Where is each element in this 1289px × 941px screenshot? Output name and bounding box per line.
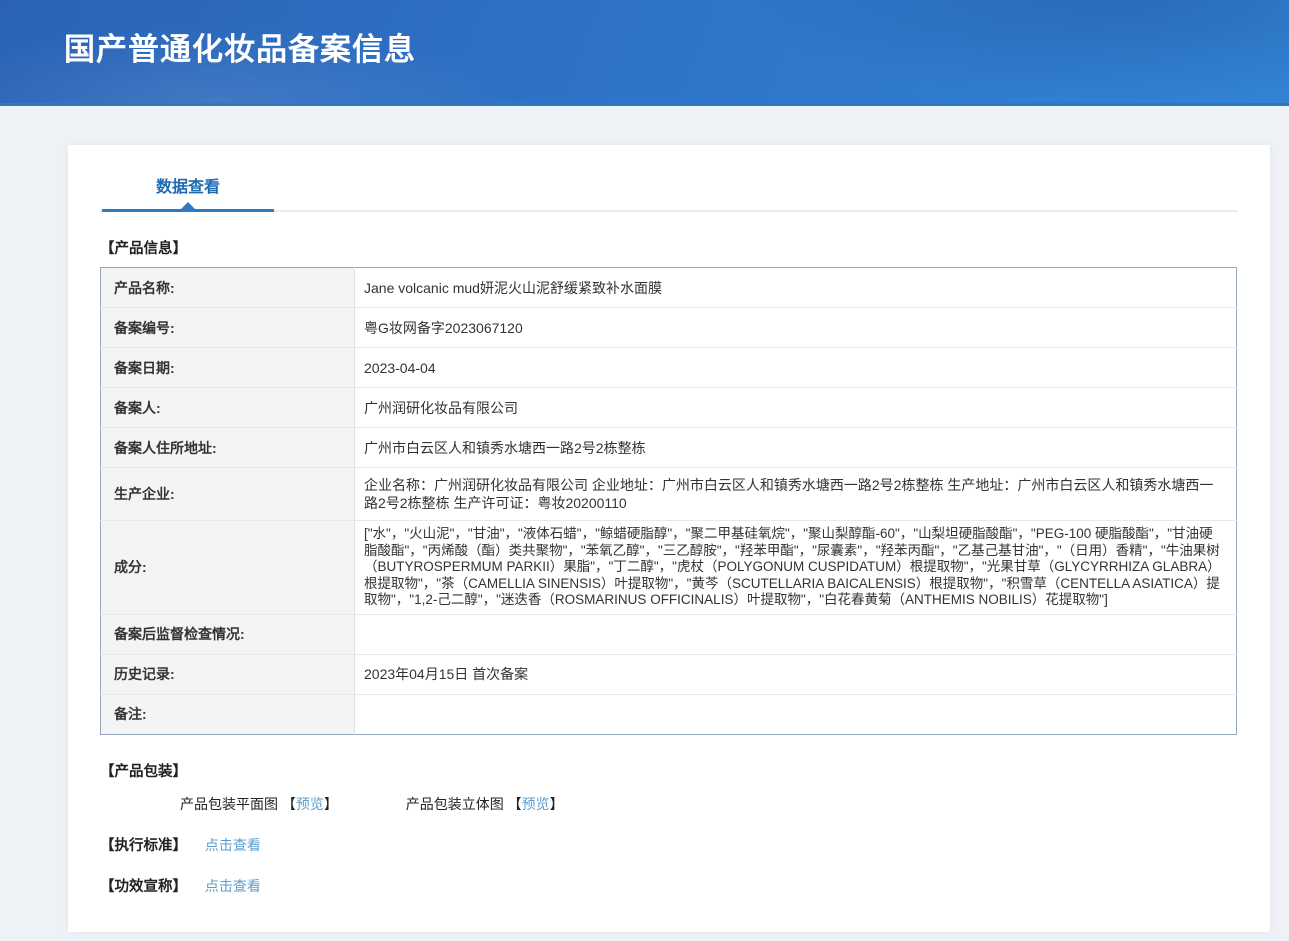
product-info-table: 产品名称: Jane volcanic mud妍泥火山泥舒缓紧致补水面膜 备案编… [100,267,1237,735]
section-title-standard: 【执行标准】 [100,838,187,854]
row-label: 备案后监督检查情况: [101,614,355,654]
row-value: 企业名称：广州润研化妆品有限公司 企业地址：广州市白云区人和镇秀水塘西一路2号2… [355,468,1237,521]
row-value-ingredients: ["水"，"火山泥"，"甘油"，"液体石蜡"，"鲸蜡硬脂醇"，"聚二甲基硅氧烷"… [355,521,1237,615]
row-label: 成分: [101,521,355,615]
row-label: 生产企业: [101,468,355,521]
row-value: 广州市白云区人和镇秀水塘西一路2号2栋整栋 [355,428,1237,468]
table-row: 产品名称: Jane volcanic mud妍泥火山泥舒缓紧致补水面膜 [101,268,1237,308]
tab-bar: 数据查看 [100,145,1238,212]
tab-active-pointer-icon [181,202,195,209]
table-row: 生产企业: 企业名称：广州润研化妆品有限公司 企业地址：广州市白云区人和镇秀水塘… [101,468,1237,521]
row-label: 备案人: [101,388,355,428]
table-row: 历史记录: 2023年04月15日 首次备案 [101,654,1237,694]
table-row: 成分: ["水"，"火山泥"，"甘油"，"液体石蜡"，"鲸蜡硬脂醇"，"聚二甲基… [101,521,1237,615]
page-header: 国产普通化妆品备案信息 [0,0,1289,106]
row-label: 备案日期: [101,348,355,388]
row-label: 备案编号: [101,308,355,348]
preview-link-3d-text[interactable]: 预览 [522,796,550,812]
bracket-close: 】 [550,796,564,812]
table-row: 备案人住所地址: 广州市白云区人和镇秀水塘西一路2号2栋整栋 [101,428,1237,468]
row-value: 2023年04月15日 首次备案 [355,654,1237,694]
packaging-3d-label: 产品包装立体图 [406,796,508,812]
standard-line: 【执行标准】 点击查看 [100,834,1238,855]
table-row: 备注: [101,694,1237,734]
bracket-open: 【 [282,796,296,812]
preview-link-3d[interactable]: 【预览】 [508,796,564,812]
row-value [355,694,1237,734]
packaging-3d-item: 产品包装立体图 【预览】 [406,796,564,812]
packaging-flat-label: 产品包装平面图 [180,796,278,812]
view-efficacy-link[interactable]: 点击查看 [205,878,261,894]
row-value: 广州润研化妆品有限公司 [355,388,1237,428]
preview-link-flat-text[interactable]: 预览 [296,796,324,812]
bracket-close: 】 [324,796,338,812]
tab-data-view-label: 数据查看 [156,179,220,196]
row-label: 备案人住所地址: [101,428,355,468]
preview-link-flat[interactable]: 【预览】 [282,796,342,812]
row-label: 备注: [101,694,355,734]
packaging-previews: 产品包装平面图 【预览】 产品包装立体图 【预览】 [100,794,1238,814]
content-card: 数据查看 【产品信息】 产品名称: Jane volcanic mud妍泥火山泥… [68,145,1270,932]
section-title-efficacy: 【功效宣称】 [100,879,187,895]
section-title-packaging: 【产品包装】 [100,760,1238,781]
row-label: 历史记录: [101,654,355,694]
table-row: 备案人: 广州润研化妆品有限公司 [101,388,1237,428]
table-row: 备案后监督检查情况: [101,614,1237,654]
page-title: 国产普通化妆品备案信息 [64,24,416,69]
row-value: 粤G妆网备字2023067120 [355,308,1237,348]
row-value [355,614,1237,654]
table-row: 备案编号: 粤G妆网备字2023067120 [101,308,1237,348]
row-value: 2023-04-04 [355,348,1237,388]
section-title-product-info: 【产品信息】 [100,237,1238,258]
view-standard-link[interactable]: 点击查看 [205,837,261,853]
tab-data-view[interactable]: 数据查看 [102,173,274,210]
row-label: 产品名称: [101,268,355,308]
row-value: Jane volcanic mud妍泥火山泥舒缓紧致补水面膜 [355,268,1237,308]
efficacy-line: 【功效宣称】 点击查看 [100,875,1238,896]
table-row: 备案日期: 2023-04-04 [101,348,1237,388]
bracket-open: 【 [508,796,522,812]
packaging-flat-item: 产品包装平面图 【预览】 [180,796,342,812]
